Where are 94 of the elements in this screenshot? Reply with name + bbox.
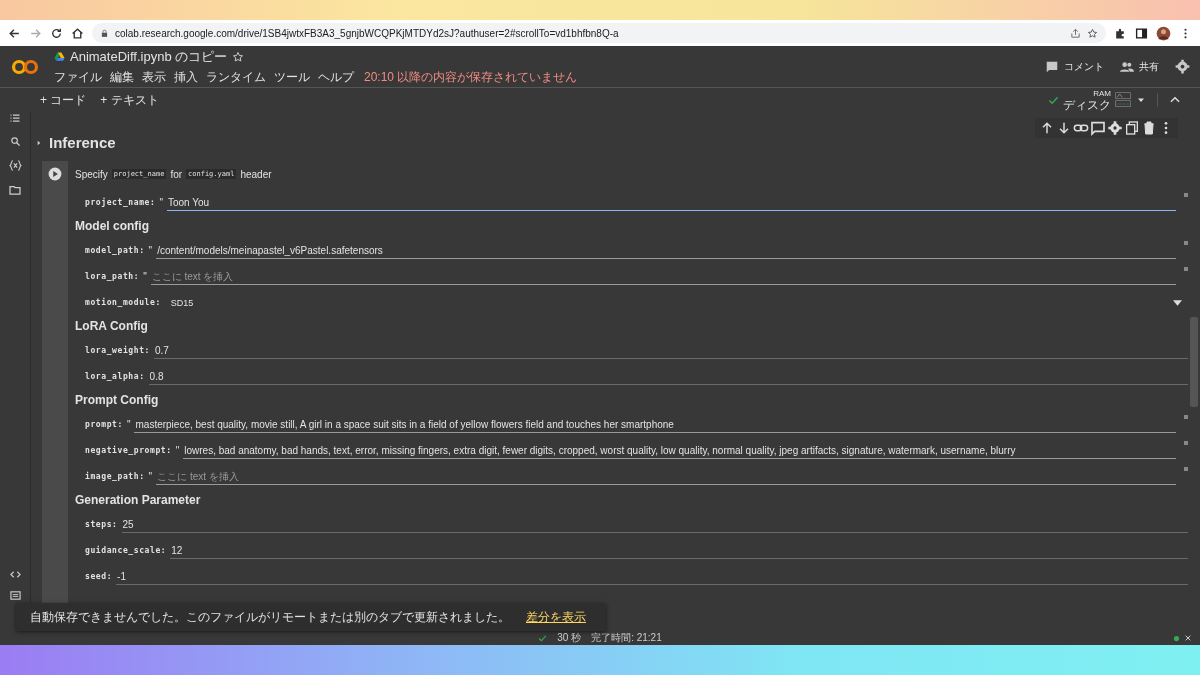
field-label: lora_path:: [85, 272, 140, 283]
comment-button[interactable]: コメント: [1045, 59, 1104, 74]
number-field[interactable]: 0.8: [148, 370, 1188, 385]
description-text: for: [170, 168, 183, 180]
add-cell-button[interactable]: + コード: [40, 91, 87, 109]
field-label: project_name:: [85, 198, 156, 209]
handle-icon[interactable]: [1184, 193, 1188, 197]
star-icon[interactable]: [232, 50, 245, 63]
share-button[interactable]: 共有: [1120, 59, 1159, 74]
notebook-title[interactable]: AnimateDiff.ipynb のコピー: [70, 47, 228, 66]
menu-item[interactable]: ランタイム: [206, 68, 266, 86]
section-subheading: LoRA Config: [75, 319, 148, 333]
terminal-icon[interactable]: [9, 590, 21, 601]
toast-message: 自動保存できませんでした。このファイルがリモートまたは別のタブで更新されました。: [30, 609, 510, 625]
copy-icon[interactable]: [1124, 120, 1140, 136]
share-icon[interactable]: [1070, 27, 1081, 39]
folder-icon[interactable]: [9, 184, 21, 196]
quote-mark: ": [148, 245, 153, 258]
handle-icon[interactable]: [1184, 467, 1188, 471]
description-text: Specify: [75, 168, 108, 180]
description-text: header: [240, 168, 272, 180]
menu-item[interactable]: ファイル: [54, 68, 102, 86]
completion-time: 完了時間: 21:21: [591, 631, 662, 645]
caret-icon: [1173, 300, 1182, 306]
field-label: steps:: [85, 520, 118, 531]
caret-icon[interactable]: [35, 138, 43, 147]
home-icon[interactable]: [71, 26, 84, 40]
quote-mark: ": [175, 445, 180, 458]
number-field[interactable]: 12: [170, 544, 1188, 559]
dropdown[interactable]: SD15: [164, 297, 1188, 311]
field-label: lora_weight:: [85, 346, 150, 357]
text-field[interactable]: /content/models/meinapastel_v6Pastel.safetensors: [156, 244, 1176, 259]
back-icon[interactable]: [8, 26, 21, 40]
elapsed-time: 30 秒: [557, 631, 582, 645]
status-dot-icon[interactable]: [1173, 634, 1180, 642]
address-bar[interactable]: colab.research.google.com/drive/1SB4jwtxFB3A3_5gnjbWCQPKjMTDYd2sJ?authuser=2#scrollTo=vd1bhfbn8Q-a: [92, 23, 1106, 43]
scrollbar[interactable]: [1190, 317, 1198, 407]
run-icon[interactable]: [48, 167, 62, 181]
trash-icon[interactable]: [1141, 120, 1157, 136]
menu-item[interactable]: 挿入: [174, 68, 198, 86]
number-field[interactable]: 0.7: [154, 344, 1188, 359]
unsaved-warning[interactable]: 20:10 以降の内容が保存されていません: [364, 68, 578, 86]
field-label: lora_alpha:: [85, 372, 145, 383]
puzzle-icon[interactable]: [1114, 26, 1127, 40]
menu-item[interactable]: 編集: [110, 68, 134, 86]
section-heading: Inference: [49, 134, 116, 151]
quote-mark: ": [143, 271, 147, 284]
disk-label: ディスク: [1063, 98, 1111, 112]
menu-item[interactable]: ツール: [274, 68, 310, 86]
lock-icon[interactable]: [100, 28, 109, 38]
check-icon[interactable]: [538, 633, 548, 643]
comment-icon[interactable]: [1090, 120, 1106, 136]
section-subheading: Prompt Config: [75, 393, 159, 407]
field-label: prompt:: [85, 420, 123, 431]
comment-icon[interactable]: [1045, 59, 1059, 74]
number-field[interactable]: -1: [116, 570, 1188, 585]
section-subheading: Generation Parameter: [75, 493, 201, 507]
close-icon[interactable]: [1184, 634, 1192, 642]
reload-icon[interactable]: [50, 26, 63, 40]
avatar-icon[interactable]: [1156, 25, 1171, 41]
text-field[interactable]: Toon You: [167, 196, 1176, 211]
show-diff-link[interactable]: 差分を表示: [526, 609, 586, 625]
list-icon[interactable]: [9, 112, 21, 124]
handle-icon[interactable]: [1184, 441, 1188, 445]
field-label: motion_module:: [85, 298, 161, 309]
people-icon[interactable]: [1120, 59, 1134, 74]
quote-mark: ": [126, 419, 131, 432]
field-label: seed:: [85, 572, 113, 583]
quote-mark: ": [148, 471, 153, 484]
section-subheading: Model config: [75, 219, 149, 233]
add-cell-button[interactable]: + テキスト: [100, 91, 159, 109]
triangle-logo-icon[interactable]: [54, 51, 65, 62]
quote-mark: ": [159, 197, 163, 210]
field-label: negative_prompt:: [85, 446, 172, 457]
search-icon[interactable]: [9, 136, 21, 147]
code-icon[interactable]: [9, 569, 21, 580]
field-label: guidance_scale:: [85, 546, 167, 557]
text-field[interactable]: masterpiece, best quality, movie still, A girl in a space suit sits in a field of yellow flowers field and touches her smartphone: [134, 418, 1176, 433]
side-panel-icon[interactable]: [1135, 26, 1148, 40]
ram-label: RAM: [1093, 88, 1111, 99]
menu-item[interactable]: ヘルプ: [318, 68, 354, 86]
menu-item[interactable]: 表示: [142, 68, 166, 86]
text-field[interactable]: lowres, bad anatomy, bad hands, text, error, missing fingers, extra digit, fewer digits, cropped, worst quality, low quality, normal quality, jpeg artifacts, signature, watermark, username, blurry: [183, 444, 1176, 459]
text-field[interactable]: ここに text を挿入: [156, 470, 1176, 485]
variables-icon[interactable]: [8, 159, 22, 172]
text-field[interactable]: ここに text を挿入: [150, 270, 1176, 285]
field-label: image_path:: [85, 472, 145, 483]
handle-icon[interactable]: [1184, 241, 1188, 245]
check-icon[interactable]: [1048, 94, 1059, 106]
handle-icon[interactable]: [1184, 267, 1188, 271]
number-field[interactable]: 25: [121, 518, 1188, 533]
field-label: model_path:: [85, 246, 145, 257]
star-icon[interactable]: [1087, 27, 1098, 39]
handle-icon[interactable]: [1184, 415, 1188, 419]
